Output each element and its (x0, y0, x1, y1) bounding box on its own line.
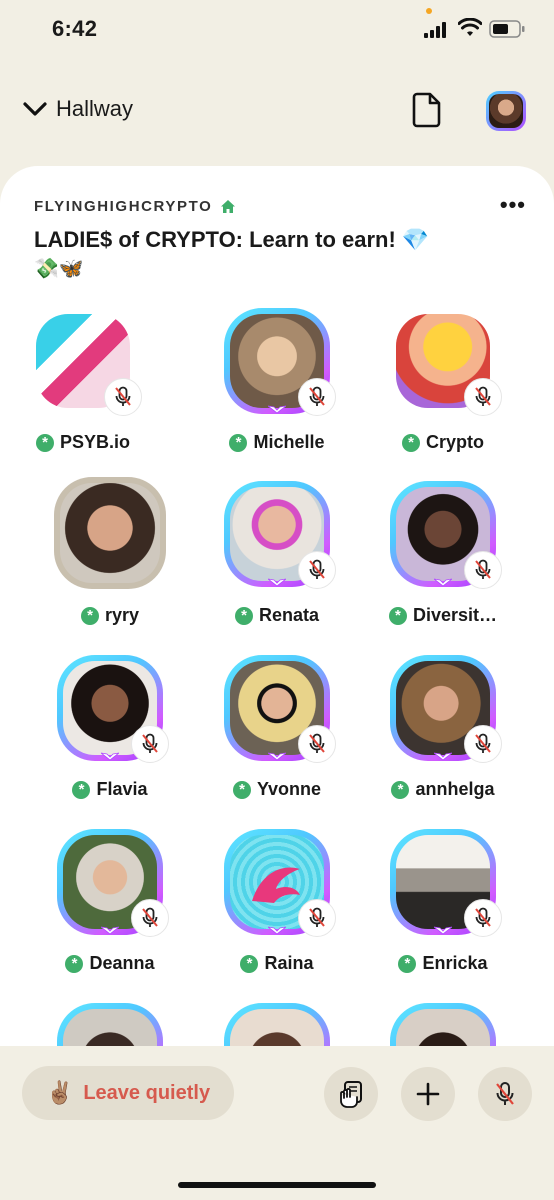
speaker-name: Enricka (422, 953, 488, 973)
speaker-name: Flavia (96, 779, 148, 799)
plus-icon (416, 1082, 440, 1106)
moderator-star-icon: * (232, 780, 251, 799)
muted-mic-icon (464, 899, 502, 937)
recording-indicator (426, 8, 432, 14)
speaker-name: Renata (258, 605, 320, 625)
moderator-star-icon: * (72, 780, 91, 799)
speaker-tile[interactable]: * Michelle (197, 308, 357, 468)
speaker-name: Diversit… (412, 605, 498, 625)
wing-badge-icon (101, 752, 119, 761)
muted-mic-icon (464, 378, 502, 416)
status-bar: 6:42 (0, 0, 554, 60)
moderator-star-icon: * (391, 780, 410, 799)
wifi-icon (458, 18, 482, 36)
speaker-name: PSYB.io (59, 432, 130, 452)
speaker-tile[interactable]: * Raina (197, 829, 357, 989)
moderator-star-icon: * (80, 606, 99, 625)
speaker-name: Crypto (426, 432, 484, 452)
mute-toggle-button[interactable] (478, 1067, 532, 1121)
room-title-emojis: 💸🦋 (34, 256, 84, 280)
club-name: FLYINGHIGHCRYPTO (34, 198, 213, 215)
speaker-name: Raina (264, 953, 314, 973)
wing-badge-icon (101, 926, 119, 935)
muted-mic-icon (464, 551, 502, 589)
muted-mic-icon (298, 725, 336, 763)
battery-icon (489, 20, 525, 38)
room-title-text: LADIE$ of CRYPTO: Learn to earn! 💎 (34, 227, 430, 252)
peace-hand-icon: ✌🏽 (45, 1080, 74, 1106)
wing-badge-icon (434, 578, 452, 587)
speaker-tile[interactable]: * Renata (197, 481, 357, 641)
more-options-icon[interactable]: ••• (500, 194, 526, 216)
speaker-name: Deanna (89, 953, 155, 973)
speaker-tile[interactable]: * annhelga (363, 655, 523, 815)
wing-badge-icon (434, 926, 452, 935)
muted-mic-icon (131, 725, 169, 763)
raise-hand-button[interactable] (324, 1067, 378, 1121)
muted-mic-icon (131, 899, 169, 937)
room-header: Hallway (0, 78, 554, 142)
speaker-name: ryry (104, 605, 140, 625)
wing-badge-icon (268, 578, 286, 587)
moderator-star-icon: * (402, 433, 420, 452)
moderator-star-icon: * (65, 954, 84, 973)
muted-mic-icon (464, 725, 502, 763)
add-button[interactable] (401, 1067, 455, 1121)
room-sheet: FLYINGHIGHCRYPTO ••• LADIE$ of CRYPTO: L… (0, 166, 554, 1200)
my-profile-avatar[interactable] (486, 91, 526, 131)
speaker-tile[interactable]: * PSYB.io (3, 308, 163, 468)
home-indicator (178, 1182, 376, 1188)
room-title: LADIE$ of CRYPTO: Learn to earn! 💎 💸🦋 (34, 226, 474, 282)
room-controls-bar: ✌🏽 Leave quietly (0, 1046, 554, 1200)
speaker-name: Yvonne (256, 779, 322, 799)
hallway-back-button[interactable]: Hallway (22, 96, 133, 122)
wing-badge-icon (268, 926, 286, 935)
moderator-star-icon: * (398, 954, 417, 973)
speaker-tile[interactable]: * Deanna (30, 829, 190, 989)
raise-hand-icon (340, 1081, 362, 1108)
moderator-star-icon: * (234, 606, 253, 625)
muted-mic-icon (298, 551, 336, 589)
document-icon[interactable] (410, 92, 444, 128)
speaker-tile[interactable]: * Yvonne (197, 655, 357, 815)
muted-mic-icon (298, 899, 336, 937)
speaker-tile[interactable]: * Flavia (30, 655, 190, 815)
speaker-tile[interactable]: * ryry (30, 477, 190, 641)
speaker-tile[interactable]: * Crypto (363, 308, 523, 468)
muted-mic-icon (496, 1082, 514, 1105)
muted-mic-icon (298, 378, 336, 416)
chevron-down-icon (23, 102, 47, 116)
speaker-name: annhelga (415, 779, 495, 799)
wing-badge-icon (434, 752, 452, 761)
signal-icon (424, 22, 450, 38)
club-row[interactable]: FLYINGHIGHCRYPTO (34, 198, 236, 215)
moderator-star-icon: * (240, 954, 259, 973)
moderator-star-icon: * (229, 433, 248, 452)
leave-quietly-label: Leave quietly (83, 1081, 211, 1104)
wing-badge-icon (268, 405, 286, 414)
wing-badge-icon (268, 752, 286, 761)
moderator-star-icon: * (35, 433, 54, 452)
speaker-tile[interactable]: * Enricka (363, 829, 523, 989)
house-icon (221, 200, 236, 213)
speaker-tile[interactable]: * Diversit… (363, 481, 523, 641)
leave-quietly-button[interactable]: ✌🏽 Leave quietly (22, 1066, 234, 1120)
speaker-avatar (54, 477, 166, 589)
moderator-star-icon: * (388, 606, 407, 625)
muted-mic-icon (104, 378, 142, 416)
speaker-name: Michelle (253, 432, 325, 452)
hallway-label: Hallway (56, 96, 134, 121)
status-time: 6:42 (52, 16, 98, 41)
